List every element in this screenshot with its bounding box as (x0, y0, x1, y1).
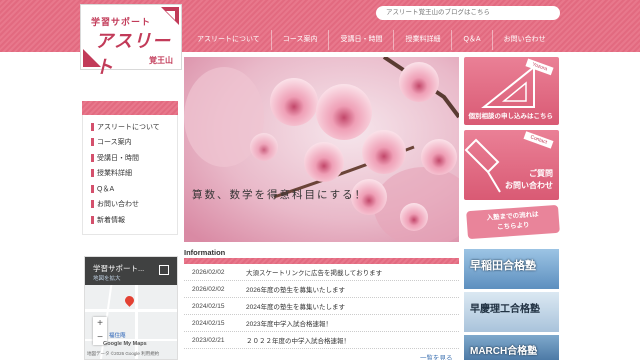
bullet-bar (91, 153, 94, 162)
map-pin-icon[interactable] (123, 294, 136, 307)
ad-title: 早稲田合格塾 (470, 260, 536, 272)
side-item-label: Q＆A (97, 185, 115, 193)
news-title[interactable]: 2023年度中学入試合格速報！ (246, 318, 332, 328)
information-list: 2026/02/02 大須スケートリンクに広告を掲載しております 2026/02/… (184, 264, 459, 349)
logo-triangle-mark (161, 7, 179, 25)
nav-faq[interactable]: Q＆A (451, 30, 491, 50)
side-item-courses[interactable]: コース案内 (83, 135, 177, 151)
fullscreen-icon[interactable] (159, 265, 169, 275)
side-nav: アスリートについて コース案内 受講日・時間 授業料詳細 Q＆A お問い合わせ … (82, 101, 178, 235)
cherry-blossom-illustration (184, 57, 459, 242)
bullet-bar (91, 169, 94, 178)
consultation-banner[interactable]: Yozora 個別相談の申し込みはこちら (464, 57, 559, 125)
hero-caption: 算数、数学を得意科目にする！ (192, 189, 368, 201)
side-item-label: 受講日・時間 (97, 154, 139, 162)
soukei-ad-banner[interactable]: 早慶理工合格塾 (464, 292, 559, 332)
bullet-bar (91, 215, 94, 224)
banner-label: ご質問 (529, 169, 553, 178)
nav-about[interactable]: アスリートについて (186, 30, 271, 50)
side-item-about[interactable]: アスリートについて (83, 119, 177, 135)
news-title[interactable]: ２０２２年度の中学入試合格速報！ (246, 335, 350, 345)
news-item[interactable]: 2026/02/02 2026年度の塾生を募集いたします (184, 281, 459, 298)
zoom-in-icon[interactable]: + (93, 317, 107, 331)
side-item-label: 新着情報 (97, 216, 125, 224)
logo-location: 覚王山 (149, 56, 173, 65)
nav-contact[interactable]: お問い合わせ (491, 30, 557, 50)
global-nav: アスリートについて コース案内 受講日・時間 授業料詳細 Q＆A お問い合わせ (186, 30, 557, 50)
ad-title: MARCH合格塾 (470, 346, 538, 357)
news-date: 2026/02/02 (192, 285, 225, 293)
news-date: 2026/02/02 (192, 268, 225, 276)
map-road (135, 285, 138, 359)
side-item-news[interactable]: 新着情報 (83, 212, 177, 228)
information-heading: Information (184, 248, 226, 257)
news-title[interactable]: 2026年度の塾生を募集いたします (246, 284, 345, 294)
map-enlarge-link[interactable]: 地図を拡大 (93, 274, 121, 282)
side-item-schedule[interactable]: 受講日・時間 (83, 150, 177, 166)
news-date: 2024/02/15 (192, 302, 225, 310)
side-item-label: コース案内 (97, 139, 132, 147)
map-title[interactable]: 学習サポート... (93, 263, 144, 274)
nav-courses[interactable]: コース案内 (270, 30, 329, 50)
bullet-bar (91, 138, 94, 147)
ad-title: 早慶理工合格塾 (470, 304, 540, 315)
side-nav-header (82, 101, 178, 115)
map-attribution: 地図データ ©2026 Google 利用規約 (87, 351, 160, 356)
more-news-link[interactable]: 一覧を見る (420, 352, 453, 360)
march-ad-banner[interactable]: MARCH合格塾 (464, 335, 559, 360)
logo-wordmark: アスリート (95, 31, 171, 77)
news-date: 2024/02/15 (192, 319, 225, 327)
news-title[interactable]: 大須スケートリンクに広告を掲載しております (246, 267, 382, 277)
blog-search-input[interactable] (376, 6, 560, 20)
nav-tuition[interactable]: 授業料詳細 (393, 30, 451, 50)
waseda-ad-banner[interactable]: 早稲田合格塾 (464, 249, 559, 289)
bullet-bar (91, 184, 94, 193)
map-google-label: Google My Maps (103, 341, 147, 347)
map-road (85, 309, 177, 312)
news-item[interactable]: 2024/02/15 2023年度中学入試合格速報！ (184, 315, 459, 332)
banner-label: 個別相談の申し込みはこちら (468, 113, 554, 120)
nav-schedule[interactable]: 受講日・時間 (328, 30, 393, 50)
site-logo[interactable]: 学習サポート アスリート 覚王山 (80, 4, 182, 77)
map-place-label: 福住庵 (109, 333, 126, 339)
news-date: 2023/02/21 (192, 336, 225, 344)
side-item-tuition[interactable]: 授業料詳細 (83, 166, 177, 182)
side-item-label: アスリートについて (97, 123, 160, 131)
side-item-label: お問い合わせ (97, 201, 139, 209)
side-item-label: 授業料詳細 (97, 170, 132, 178)
side-item-faq[interactable]: Q＆A (83, 181, 177, 197)
news-item[interactable]: 2023/02/21 ２０２２年度の中学入試合格速報！ (184, 332, 459, 349)
hero-image: 算数、数学を得意科目にする！ (184, 57, 459, 242)
news-title[interactable]: 2024年度の塾生を募集いたします (246, 301, 345, 311)
news-item[interactable]: 2024/02/15 2024年度の塾生を募集いたします (184, 298, 459, 315)
banner-label: お問い合わせ (505, 181, 553, 190)
bullet-bar (91, 200, 94, 209)
contact-banner[interactable]: Contact ご質問 お問い合わせ (464, 130, 559, 200)
bullet-bar (91, 122, 94, 131)
embedded-map[interactable]: 学習サポート... 地図を拡大 + − 福住庵 Google My Maps 地… (84, 256, 178, 360)
side-item-contact[interactable]: お問い合わせ (83, 197, 177, 213)
news-item[interactable]: 2026/02/02 大須スケートリンクに広告を掲載しております (184, 264, 459, 281)
enrollment-flow-button[interactable]: 入塾までの流れは こちらより (466, 204, 560, 240)
